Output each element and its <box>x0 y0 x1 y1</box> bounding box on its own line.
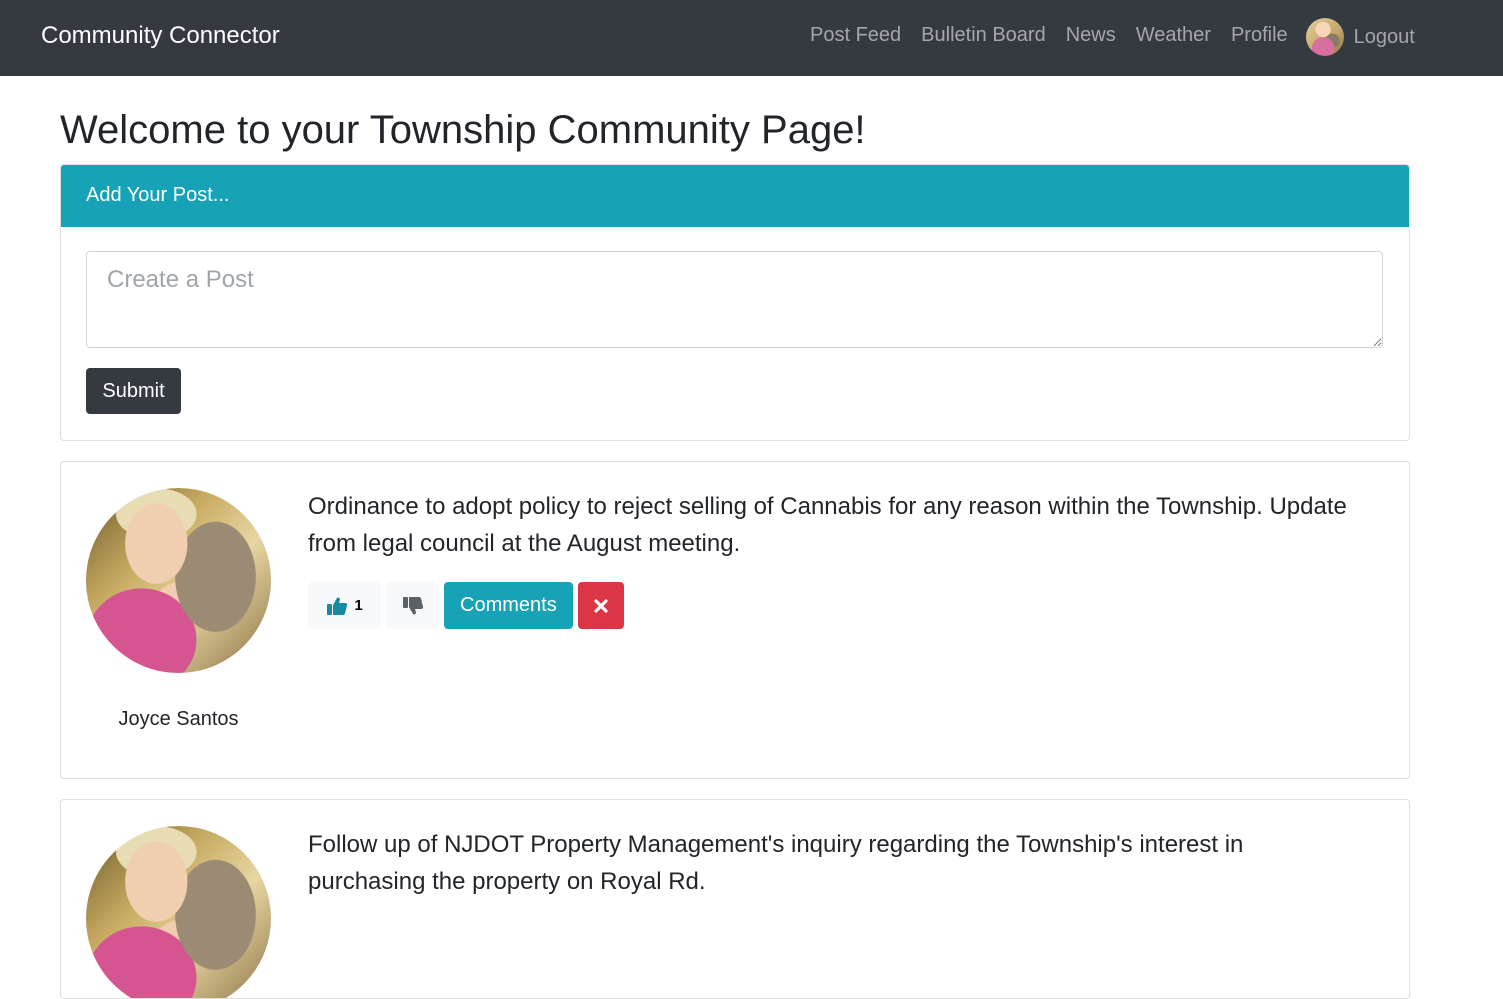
create-post-input[interactable] <box>86 251 1383 348</box>
thumbs-down-icon <box>402 596 423 614</box>
post-actions: 1 Comments <box>308 582 624 629</box>
navbar: Community Connector Post Feed Bulletin B… <box>0 0 1503 76</box>
nav-item-weather[interactable]: Weather <box>1126 22 1221 48</box>
user-avatar[interactable] <box>1305 18 1344 56</box>
author-avatar <box>86 826 271 998</box>
thumbs-up-icon <box>327 597 348 615</box>
comments-button[interactable]: Comments <box>444 582 573 629</box>
brand-link[interactable]: Community Connector <box>41 21 280 51</box>
submit-button[interactable]: Submit <box>86 368 181 414</box>
logout-link[interactable]: Logout <box>1344 26 1415 49</box>
dislike-button[interactable] <box>386 582 439 629</box>
close-icon <box>594 598 608 613</box>
post-text: Follow up of NJDOT Property Management's… <box>308 831 1244 895</box>
nav-item-news[interactable]: News <box>1056 22 1126 48</box>
author-avatar <box>86 488 271 673</box>
page-title: Welcome to your Township Community Page! <box>60 108 866 152</box>
nav-item-post-feed[interactable]: Post Feed <box>800 22 911 48</box>
nav-links: Post Feed Bulletin Board News Weather Pr… <box>800 0 1415 70</box>
author-name: Joyce Santos <box>118 708 239 730</box>
like-count: 1 <box>354 597 363 614</box>
nav-item-bulletin-board[interactable]: Bulletin Board <box>911 22 1056 48</box>
add-post-card: Add Your Post... Submit <box>60 164 1410 441</box>
post-card: Follow up of NJDOT Property Management's… <box>60 799 1410 999</box>
delete-post-button[interactable] <box>577 582 624 629</box>
like-button[interactable]: 1 <box>308 582 381 629</box>
post-text: Ordinance to adopt policy to reject sell… <box>308 493 1347 557</box>
add-post-header: Add Your Post... <box>61 165 1409 227</box>
nav-item-profile[interactable]: Profile <box>1221 22 1298 48</box>
post-card: Joyce Santos Ordinance to adopt policy t… <box>60 461 1410 779</box>
